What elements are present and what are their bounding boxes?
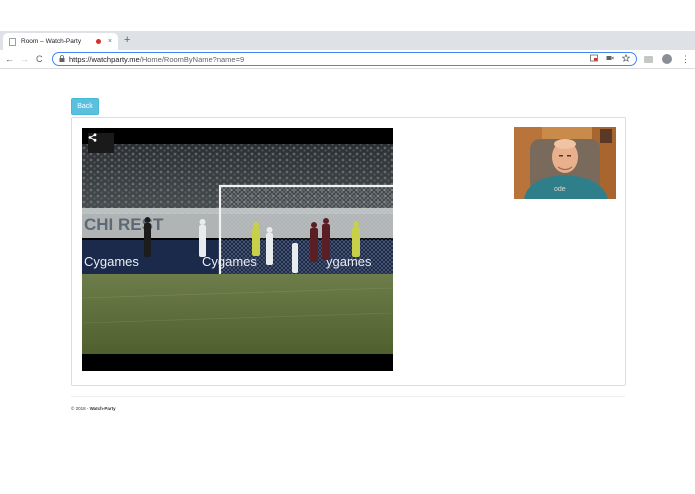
- lock-icon: [59, 54, 65, 64]
- footer-copyright: © 2018 -: [71, 406, 90, 411]
- camera-icon[interactable]: [606, 54, 614, 64]
- url-path: /Home/RoomByName?name=9: [139, 54, 245, 64]
- share-icon: [88, 133, 97, 142]
- video-frame: CHI REST Cygames Cygames ygames: [82, 128, 393, 371]
- footer-brand-link[interactable]: Watch-Party: [90, 406, 116, 411]
- room-panel: CHI REST Cygames Cygames ygames: [71, 117, 626, 386]
- forward-arrow-icon[interactable]: →: [20, 53, 29, 65]
- back-button[interactable]: Back: [71, 98, 99, 115]
- reload-icon[interactable]: C: [36, 53, 43, 65]
- page-favicon-icon: [9, 37, 16, 46]
- footer: © 2018 - Watch-Party: [71, 406, 116, 411]
- share-button[interactable]: [88, 133, 114, 153]
- url-host: https://watchparty.me: [69, 54, 140, 64]
- video-player[interactable]: CHI REST Cygames Cygames ygames: [82, 128, 393, 371]
- profile-avatar-icon[interactable]: [662, 54, 672, 64]
- footer-divider: [71, 396, 625, 397]
- ad-board-1: Cygames: [84, 254, 139, 269]
- back-arrow-icon[interactable]: ←: [5, 53, 14, 65]
- cast-icon[interactable]: [590, 54, 598, 64]
- extension-icon[interactable]: [644, 55, 653, 63]
- browser-tab[interactable]: Room – Watch-Party ×: [3, 33, 118, 50]
- browser-tabstrip: Room – Watch-Party × +: [0, 31, 695, 50]
- address-bar[interactable]: https://watchparty.me/Home/RoomByName?na…: [52, 52, 637, 66]
- tab-close-icon[interactable]: ×: [108, 38, 112, 45]
- star-icon[interactable]: [621, 53, 631, 64]
- tab-title: Room – Watch-Party: [21, 38, 82, 45]
- recording-indicator-icon: [95, 39, 101, 44]
- svg-text:ode: ode: [554, 186, 566, 193]
- webcam-feed: ode: [514, 127, 616, 199]
- browser-toolbar: ← → C https://watchparty.me/Home/RoomByN…: [0, 50, 695, 69]
- stadium-banner-text: CHI REST: [84, 215, 164, 234]
- new-tab-button[interactable]: +: [124, 34, 130, 46]
- browser-menu-icon[interactable]: ⋮: [681, 54, 690, 64]
- url-text: https://watchparty.me/Home/RoomByName?na…: [69, 55, 244, 64]
- webcam-image: ode: [514, 127, 616, 199]
